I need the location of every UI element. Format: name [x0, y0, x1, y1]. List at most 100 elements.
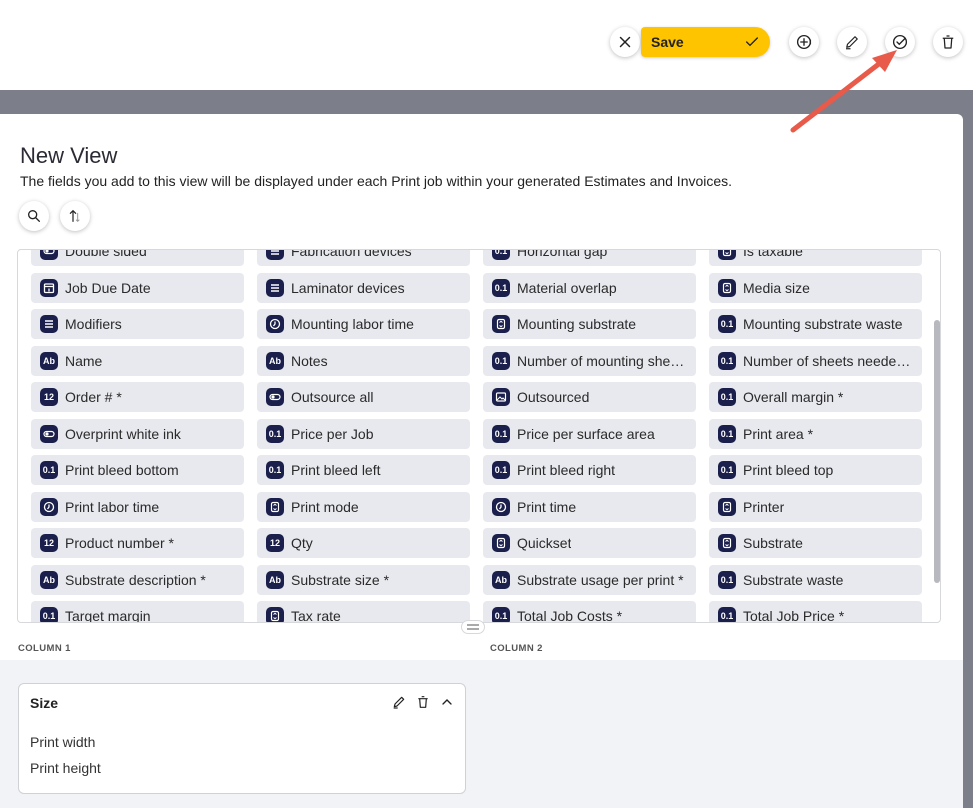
collapse-group-button[interactable]	[439, 694, 455, 710]
field-chip[interactable]: Outsourced	[483, 382, 696, 412]
field-chip[interactable]: Media size	[709, 272, 922, 303]
field-chip[interactable]: Print time	[483, 491, 696, 522]
available-fields-list[interactable]: Double sided Job Due Date Modifiers Ab Name 1…	[17, 249, 941, 623]
field-chip-label: Laminator devices	[291, 279, 405, 296]
field-chip[interactable]: Ab Substrate size *	[257, 564, 470, 595]
field-chip[interactable]: Ab Name	[31, 345, 244, 376]
field-chip[interactable]: Print mode	[257, 491, 470, 522]
field-chip[interactable]: 0.1 Total Job Price *	[709, 601, 922, 622]
field-chip[interactable]: Print labor time	[31, 491, 244, 522]
set-default-button[interactable]	[885, 27, 915, 57]
pencil-icon	[846, 36, 858, 50]
field-chip[interactable]: 12 Qty	[257, 528, 470, 558]
field-chip[interactable]: Mounting labor time	[257, 309, 470, 339]
select-icon	[718, 534, 736, 552]
field-chip[interactable]: 12 Order # *	[31, 382, 244, 412]
check-circle-icon	[892, 34, 908, 50]
field-chip[interactable]: 0.1 Target margin	[31, 601, 244, 622]
field-chip[interactable]: Is taxable	[709, 250, 922, 266]
field-chip-label: Print bleed top	[743, 462, 834, 478]
drag-handle-icon	[467, 624, 479, 630]
field-chip[interactable]: 12 Product number *	[31, 528, 244, 558]
field-type-icon: 0.1	[718, 607, 736, 622]
calendar-icon	[40, 278, 58, 297]
field-chip[interactable]: 0.1 Number of mounting she…	[483, 345, 696, 376]
clock-icon	[492, 497, 510, 516]
field-chip-label: Substrate usage per print *	[517, 571, 684, 588]
field-chip[interactable]: Ab Substrate description *	[31, 564, 244, 595]
group-field-item: Print height	[30, 760, 101, 776]
field-chip[interactable]: 0.1 Overall margin *	[709, 382, 922, 412]
field-chip[interactable]: Outsource all	[257, 382, 470, 412]
field-chip-label: Tax rate	[291, 608, 341, 623]
toggle-icon	[40, 424, 58, 443]
edit-group-button[interactable]	[391, 694, 407, 710]
sort-button[interactable]	[60, 201, 90, 231]
field-type-icon: 0.1	[492, 351, 510, 370]
field-chip-label: Qty	[291, 535, 313, 551]
select-icon	[266, 607, 284, 622]
field-type-icon: 12	[40, 534, 58, 552]
field-chip-label: Fabrication devices	[291, 249, 412, 259]
field-chip[interactable]: 0.1 Print bleed left	[257, 455, 470, 485]
field-chip-label: Substrate description *	[65, 571, 206, 588]
field-chip[interactable]: Modifiers	[31, 309, 244, 339]
save-button-label: Save	[651, 34, 684, 50]
save-button[interactable]: Save	[641, 27, 770, 57]
pencil-icon	[393, 696, 405, 709]
field-chip[interactable]: Mounting substrate	[483, 309, 696, 339]
field-type-icon: 0.1	[492, 250, 510, 260]
field-type-icon: 0.1	[40, 461, 58, 479]
field-type-icon: 12	[266, 534, 284, 552]
field-chip[interactable]: Ab Notes	[257, 345, 470, 376]
field-group-card[interactable]: Size Print width Print height	[18, 683, 466, 794]
field-chip[interactable]: Double sided	[31, 250, 244, 266]
field-type-icon: 0.1	[718, 315, 736, 333]
field-type-icon: 0.1	[266, 424, 284, 443]
field-chip-label: Print mode	[291, 498, 359, 515]
field-chip[interactable]: 0.1 Print bleed top	[709, 455, 922, 485]
field-chip[interactable]: 0.1 Price per surface area	[483, 418, 696, 449]
field-type-icon: 0.1	[718, 461, 736, 479]
field-chip[interactable]: Overprint white ink	[31, 418, 244, 449]
field-chip[interactable]: 0.1 Substrate waste	[709, 564, 922, 595]
close-button[interactable]	[610, 27, 640, 57]
field-chip-label: Print bleed left	[291, 462, 381, 478]
delete-group-button[interactable]	[415, 694, 431, 710]
field-chip[interactable]: 0.1 Total Job Costs *	[483, 601, 696, 622]
field-chip[interactable]: Ab Substrate usage per print *	[483, 564, 696, 595]
field-chip-label: Overprint white ink	[65, 425, 181, 442]
field-chip[interactable]: 0.1 Print area *	[709, 418, 922, 449]
field-chip[interactable]: Tax rate	[257, 601, 470, 623]
field-chip-label: Print bleed bottom	[65, 462, 179, 478]
field-chip[interactable]: 0.1 Horizontal gap	[483, 250, 696, 266]
field-chip[interactable]: Laminator devices	[257, 272, 470, 303]
field-chip[interactable]: 0.1 Price per Job	[257, 418, 470, 449]
field-chip[interactable]: 0.1 Number of sheets neede…	[709, 345, 922, 376]
field-chip[interactable]: 0.1 Mounting substrate waste	[709, 309, 922, 339]
field-chip-label: Quickset	[517, 535, 572, 551]
close-icon	[619, 36, 631, 48]
field-chip[interactable]: Printer	[709, 491, 922, 522]
search-button[interactable]	[19, 201, 49, 231]
select-icon	[492, 534, 510, 552]
resize-handle[interactable]	[461, 620, 485, 634]
delete-button[interactable]	[933, 27, 963, 57]
field-chip-label: Print area *	[743, 425, 814, 442]
field-chip-label: Overall margin *	[743, 389, 844, 405]
add-field-button[interactable]	[789, 27, 819, 57]
field-chip[interactable]: 0.1 Material overlap	[483, 272, 696, 303]
field-type-icon: 0.1	[492, 278, 510, 297]
field-chip[interactable]: 0.1 Print bleed bottom	[31, 455, 244, 485]
field-chip[interactable]: Fabrication devices	[257, 249, 470, 266]
field-chip[interactable]: 0.1 Print bleed right	[483, 455, 696, 485]
select-icon	[718, 497, 736, 516]
field-chip[interactable]: Quickset	[483, 528, 696, 558]
field-chip[interactable]: Substrate	[709, 528, 922, 558]
fields-scrollbar[interactable]	[934, 320, 940, 583]
field-chip-label: Mounting labor time	[291, 316, 414, 332]
field-type-icon: 0.1	[492, 607, 510, 622]
field-chip[interactable]: Job Due Date	[31, 272, 244, 303]
edit-button[interactable]	[837, 27, 867, 57]
column-2-label: COLUMN 2	[490, 643, 543, 654]
